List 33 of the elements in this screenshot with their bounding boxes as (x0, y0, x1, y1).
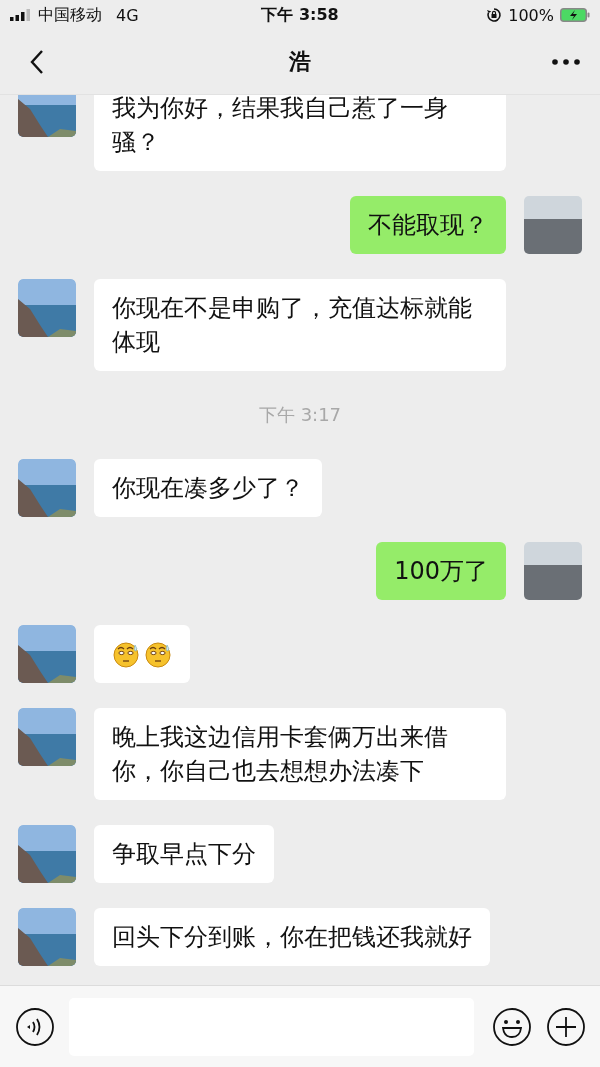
message-bubble: 100万了 (376, 542, 506, 600)
message-bubble: 晚上我这边信用卡套俩万出来借你，你自己也去想想办法凑下 (94, 708, 506, 800)
battery-charging-icon (560, 8, 590, 22)
back-icon[interactable] (30, 49, 44, 75)
more-icon[interactable] (552, 59, 580, 65)
sweating-face-icon (144, 640, 172, 668)
avatar-photo[interactable] (18, 279, 76, 337)
avatar-photo[interactable] (18, 825, 76, 883)
message-bubble: 不能取现？ (350, 196, 506, 254)
chat-title: 浩 (289, 48, 311, 76)
signal-icon (10, 9, 32, 21)
message-bubble: 回头下分到账，你在把钱还我就好 (94, 908, 490, 966)
clock-time: 下午 3:58 (261, 4, 339, 26)
smiley-icon[interactable] (492, 1006, 532, 1047)
avatar-photo[interactable] (18, 908, 76, 966)
message-bubble: 你现在凑多少了？ (94, 459, 322, 517)
timestamp: 下午 3:17 (258, 403, 342, 427)
sweating-face-icon (112, 640, 140, 668)
avatar-photo[interactable] (524, 542, 582, 600)
message-bubble: 我为你好，结果我自己惹了一身骚？ (94, 95, 506, 171)
rotation-lock-icon (486, 7, 503, 23)
carrier-name: 中国移动 (38, 4, 102, 26)
avatar-photo[interactable] (18, 625, 76, 683)
avatar-photo[interactable] (524, 196, 582, 254)
plus-icon[interactable] (546, 1006, 586, 1047)
message-bubble: 你现在不是申购了，充值达标就能体现 (94, 279, 506, 371)
voice-icon[interactable] (15, 1006, 55, 1047)
avatar-photo[interactable] (18, 459, 76, 517)
message-bubble: 争取早点下分 (94, 825, 274, 883)
network-type: 4G (116, 5, 139, 25)
battery-percent: 100% (508, 5, 554, 25)
avatar-photo[interactable] (18, 708, 76, 766)
avatar-photo[interactable] (18, 95, 76, 137)
